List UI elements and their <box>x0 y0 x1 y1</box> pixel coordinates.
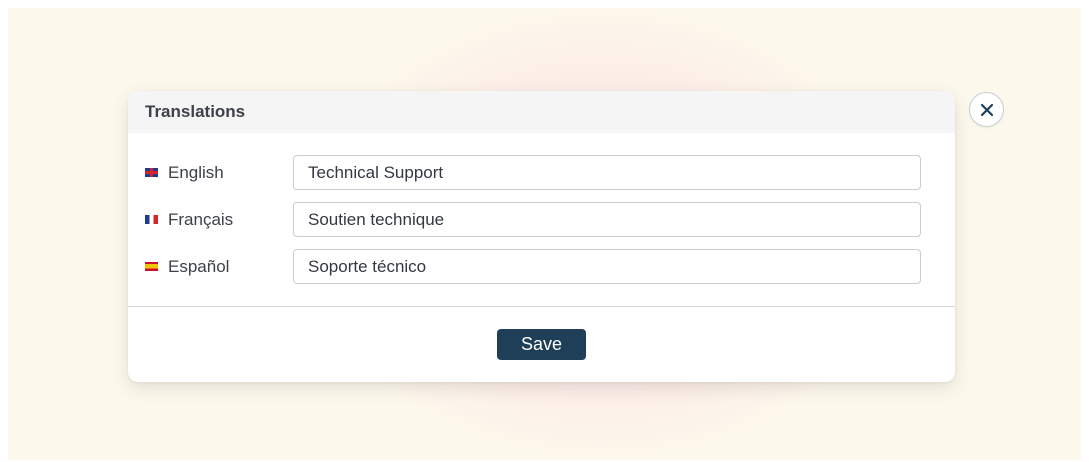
footer-divider <box>128 306 955 307</box>
dialog-title: Translations <box>145 102 246 121</box>
language-label-group: English <box>145 163 293 183</box>
spain-flag-icon <box>145 262 158 271</box>
close-icon <box>980 103 993 116</box>
uk-flag-icon <box>145 168 158 177</box>
language-label-group: Français <box>145 210 293 230</box>
spanish-translation-input[interactable] <box>293 249 921 284</box>
france-flag-icon <box>145 215 158 224</box>
dialog-header: Translations <box>128 91 955 133</box>
french-translation-input[interactable] <box>293 202 921 237</box>
translation-row-spanish: Español <box>128 248 955 285</box>
translation-row-english: English <box>128 154 955 191</box>
close-button[interactable] <box>969 92 1004 127</box>
language-name: Español <box>168 256 230 276</box>
language-name: Français <box>168 209 234 229</box>
english-translation-input[interactable] <box>293 155 921 190</box>
save-button[interactable]: Save <box>497 329 586 360</box>
language-name: English <box>168 162 224 182</box>
page-background: Translations English Français <box>8 8 1081 460</box>
translation-list: English Français Español <box>128 133 955 285</box>
translations-dialog: Translations English Français <box>128 91 955 382</box>
language-label-group: Español <box>145 257 293 277</box>
translation-row-french: Français <box>128 201 955 238</box>
